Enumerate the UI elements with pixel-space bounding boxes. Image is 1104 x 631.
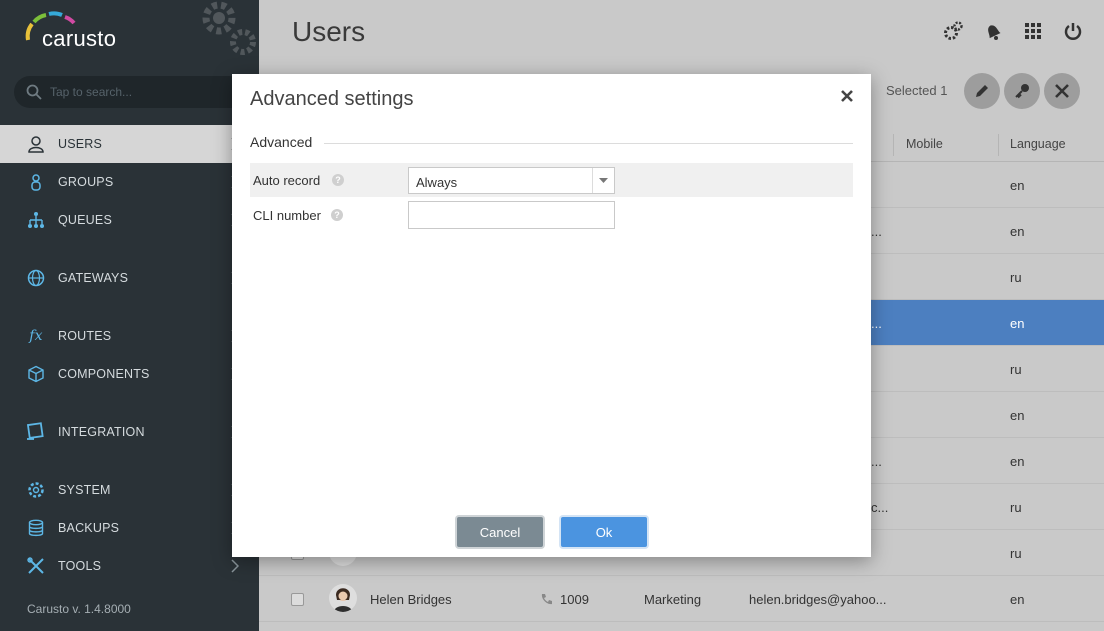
app-version: Carusto v. 1.4.8000 [27,602,131,616]
close-selection-button[interactable] [1044,73,1080,109]
sidebar-item-system[interactable]: SYSTEM [0,471,259,509]
cli-number-input[interactable] [408,201,615,229]
sidebar-item-label: GROUPS [58,175,114,189]
bell-icon[interactable] [982,20,1004,42]
advanced-settings-dialog: Advanced settings Advanced Auto record ?… [232,74,871,557]
user-icon [26,134,46,154]
edit-button[interactable] [964,73,1000,109]
email-cell: helen.bridges@yahoo... [749,592,887,607]
search-icon [26,84,42,100]
language-cell: en [1010,592,1025,607]
sidebar-item-label: USERS [58,137,103,151]
search-input[interactable] [50,76,250,108]
avatar [329,584,357,612]
language-cell: en [1010,178,1025,193]
groups-icon [26,172,46,192]
language-cell: en [1010,316,1025,331]
close-icon[interactable] [839,88,855,104]
row-checkbox[interactable] [291,593,304,606]
fx-icon: fx [29,328,43,344]
language-cell: ru [1010,362,1022,377]
database-icon [26,518,46,538]
gear-icon [26,480,46,500]
sidebar-item-label: ROUTES [58,329,112,343]
sidebar-item-routes[interactable]: fx ROUTES [0,317,259,355]
dialog-title: Advanced settings [250,88,414,110]
sidebar-item-label: TOOLS [58,559,102,573]
auto-record-select[interactable]: Always [408,167,615,194]
phone-icon [541,594,552,605]
email-cell: ... [871,224,882,239]
tools-icon [26,556,46,576]
settings-icon[interactable] [942,20,964,42]
selected-count: Selected 1 [886,83,948,98]
sidebar-item-backups[interactable]: BACKUPS [0,509,259,547]
sidebar-item-label: COMPONENTS [58,367,150,381]
cli-number-label: CLI number [253,208,321,223]
sidebar-item-groups[interactable]: GROUPS [0,163,259,201]
cli-number-row: CLI number ? [250,198,853,232]
language-cell: en [1010,454,1025,469]
chevron-right-icon [231,559,239,573]
password-button[interactable] [1004,73,1040,109]
email-cell: ... [871,454,882,469]
cube-icon [26,364,46,384]
key-icon [1015,84,1029,99]
queues-icon [26,210,46,230]
help-icon[interactable]: ? [332,174,344,186]
sidebar-item-gateways[interactable]: GATEWAYS [0,259,259,297]
auto-record-row: Auto record ? Always [250,163,853,197]
globe-icon [26,268,46,288]
apps-grid-icon[interactable] [1022,20,1044,42]
top-toolbar [942,20,1084,42]
pencil-icon [976,85,988,97]
sidebar-item-users[interactable]: USERS [0,125,259,163]
search-box[interactable] [14,76,259,108]
section-divider [324,143,853,144]
sidebar-item-label: QUEUES [58,213,112,227]
chevron-down-icon [592,168,614,193]
group-cell: Marketing [644,592,702,607]
email-cell: ... [871,316,882,331]
sidebar-item-integration[interactable]: INTEGRATION [0,413,259,451]
column-mobile[interactable]: Mobile [906,137,943,151]
power-icon[interactable] [1062,20,1084,42]
sidebar-item-label: INTEGRATION [58,425,145,439]
sidebar-item-label: GATEWAYS [58,271,129,285]
section-title: Advanced [250,134,313,150]
close-icon [1055,84,1069,98]
ok-button[interactable]: Ok [561,517,647,547]
table-row[interactable]: Helen Bridges 1009 Marketing helen.bridg… [259,576,1104,622]
sidebar-item-queues[interactable]: QUEUES [0,201,259,239]
language-cell: en [1010,408,1025,423]
help-icon[interactable]: ? [331,209,343,221]
sidebar-item-tools[interactable]: TOOLS [0,547,259,585]
gear-decoration-icon [202,1,256,55]
sidebar-item-label: BACKUPS [58,521,120,535]
page-title: Users [292,16,366,47]
language-cell: ru [1010,546,1022,561]
auto-record-value: Always [416,175,458,190]
user-name-cell[interactable]: Helen Bridges [370,592,452,607]
cancel-button[interactable]: Cancel [457,517,543,547]
email-cell: c... [871,500,889,515]
language-cell: ru [1010,500,1022,515]
integration-icon [26,422,46,442]
brand-name: carusto [42,26,117,51]
language-cell: ru [1010,270,1022,285]
column-language[interactable]: Language [1010,137,1066,151]
sidebar-item-label: SYSTEM [58,483,111,497]
language-cell: en [1010,224,1025,239]
sidebar: carusto USERS GROUPS QUEUES GATEWAYS [0,0,259,631]
extension-cell: 1009 [560,592,589,607]
auto-record-label: Auto record [253,173,321,188]
sidebar-item-components[interactable]: COMPONENTS [0,355,259,393]
